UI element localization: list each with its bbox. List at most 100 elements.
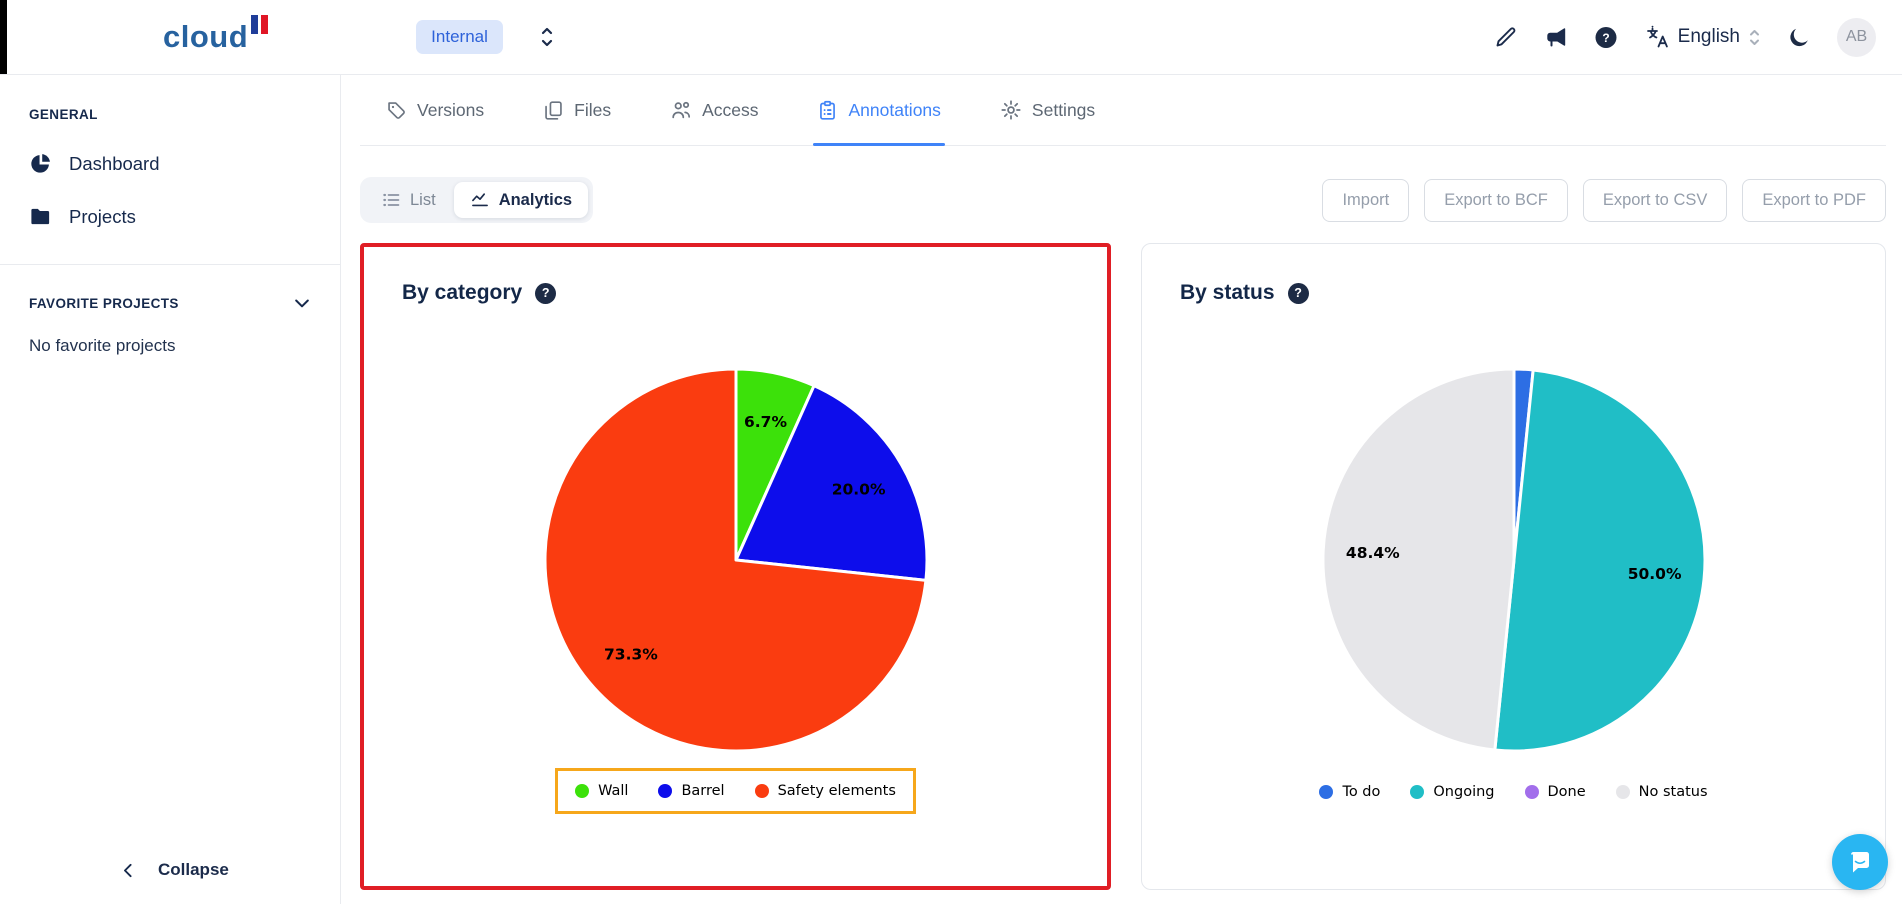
tab-label: Annotations bbox=[848, 100, 940, 121]
export-csv-button[interactable]: Export to CSV bbox=[1583, 179, 1728, 222]
favorites-empty-text: No favorite projects bbox=[29, 336, 340, 356]
screenshot-edge-strip bbox=[0, 0, 7, 74]
export-pdf-button[interactable]: Export to PDF bbox=[1742, 179, 1886, 222]
legend-item[interactable]: No status bbox=[1616, 784, 1708, 800]
sidebar-item-label: Projects bbox=[69, 206, 136, 228]
tab-annotations[interactable]: Annotations bbox=[817, 75, 940, 145]
legend-item[interactable]: Done bbox=[1525, 784, 1586, 800]
users-icon bbox=[670, 99, 692, 121]
header-actions: ? English AB bbox=[1494, 18, 1876, 57]
toggle-list[interactable]: List bbox=[365, 182, 452, 218]
tab-label: Versions bbox=[417, 100, 484, 121]
chat-bubble-icon bbox=[1845, 847, 1875, 877]
legend-item[interactable]: Ongoing bbox=[1410, 784, 1494, 800]
announcements-megaphone-icon[interactable] bbox=[1544, 25, 1568, 49]
dark-mode-moon-icon[interactable] bbox=[1787, 25, 1811, 49]
legend-label: Safety elements bbox=[778, 783, 896, 799]
sidebar-section-general: GENERAL bbox=[29, 107, 340, 122]
charts-row: By category ? 6.7% 20.0% 73.3% Wall Barrel S… bbox=[360, 243, 1886, 890]
by-status-legend: To do Ongoing Done No status bbox=[1319, 784, 1707, 800]
toggle-label: Analytics bbox=[499, 191, 572, 210]
pie-chart-icon bbox=[29, 152, 52, 175]
legend-label: Ongoing bbox=[1433, 784, 1494, 800]
chart-title-row: By status ? bbox=[1180, 281, 1309, 305]
svg-text:50.0%: 50.0% bbox=[1627, 565, 1681, 583]
tab-files[interactable]: Files bbox=[543, 75, 611, 145]
export-bcf-button[interactable]: Export to BCF bbox=[1424, 179, 1568, 222]
user-avatar[interactable]: AB bbox=[1837, 18, 1876, 57]
by-category-pie-chart: 6.7% 20.0% 73.3% bbox=[538, 362, 934, 758]
import-button[interactable]: Import bbox=[1322, 179, 1409, 222]
legend-color-dot bbox=[1616, 785, 1630, 799]
by-status-pie-chart: 50.0%48.4% bbox=[1316, 362, 1712, 758]
help-icon[interactable]: ? bbox=[535, 283, 556, 304]
legend-highlight-box: Wall Barrel Safety elements bbox=[555, 768, 916, 814]
export-buttons: Import Export to BCF Export to CSV Expor… bbox=[1322, 179, 1886, 222]
chevron-left-icon bbox=[120, 862, 137, 879]
collapse-label: Collapse bbox=[158, 860, 229, 880]
app-header: cloud Internal ? bbox=[0, 0, 1902, 75]
sidebar-item-projects[interactable]: Projects bbox=[29, 205, 340, 228]
help-circle-icon[interactable]: ? bbox=[1594, 25, 1618, 49]
clipboard-icon bbox=[817, 100, 838, 121]
legend-item[interactable]: Barrel bbox=[658, 783, 724, 799]
gear-icon bbox=[1000, 99, 1022, 121]
by-category-legend: Wall Barrel Safety elements bbox=[575, 783, 896, 799]
tab-versions[interactable]: Versions bbox=[386, 75, 484, 145]
legend-color-dot bbox=[1410, 785, 1424, 799]
tab-label: Access bbox=[702, 100, 758, 121]
chevron-updown-icon bbox=[1748, 28, 1761, 47]
translate-icon bbox=[1644, 24, 1670, 50]
tab-label: Settings bbox=[1032, 100, 1095, 121]
tab-settings[interactable]: Settings bbox=[1000, 75, 1095, 145]
legend-color-dot bbox=[755, 784, 769, 798]
svg-text:6.7%: 6.7% bbox=[744, 413, 787, 431]
svg-text:73.3%: 73.3% bbox=[604, 646, 658, 664]
help-icon[interactable]: ? bbox=[1288, 283, 1309, 304]
legend-label: Done bbox=[1548, 784, 1586, 800]
by-category-chart-card: By category ? 6.7% 20.0% 73.3% Wall Barrel S… bbox=[360, 243, 1111, 890]
app-logo[interactable]: cloud bbox=[163, 19, 268, 55]
annotations-toolbar: List Analytics Import Export to BCF Expo… bbox=[360, 177, 1886, 223]
language-label: English bbox=[1678, 26, 1740, 48]
legend-color-dot bbox=[1319, 785, 1333, 799]
chevron-down-icon bbox=[292, 293, 312, 313]
tab-access[interactable]: Access bbox=[670, 75, 758, 145]
sidebar-collapse-button[interactable]: Collapse bbox=[120, 860, 340, 880]
french-flag-icon bbox=[251, 15, 268, 34]
list-icon bbox=[381, 190, 401, 210]
workspace-selector-icon[interactable] bbox=[535, 25, 559, 49]
legend-item[interactable]: Wall bbox=[575, 783, 628, 799]
favorites-title: FAVORITE PROJECTS bbox=[29, 296, 179, 311]
edit-pencil-icon[interactable] bbox=[1494, 25, 1518, 49]
view-toggle: List Analytics bbox=[360, 177, 593, 223]
tag-icon bbox=[386, 100, 407, 121]
sidebar-section-favorites[interactable]: FAVORITE PROJECTS bbox=[29, 293, 312, 313]
legend-color-dot bbox=[1525, 785, 1539, 799]
language-selector[interactable]: English bbox=[1644, 24, 1761, 50]
legend-label: Barrel bbox=[681, 783, 724, 799]
sidebar: GENERAL Dashboard Projects FAVORITE PROJ… bbox=[0, 75, 341, 904]
toggle-analytics[interactable]: Analytics bbox=[454, 182, 588, 218]
sidebar-divider bbox=[0, 264, 340, 265]
chart-title-row: By category ? bbox=[402, 281, 556, 305]
svg-text:20.0%: 20.0% bbox=[831, 481, 885, 499]
workspace-switcher: Internal bbox=[416, 20, 559, 54]
chart-title: By category bbox=[402, 281, 522, 305]
sidebar-item-dashboard[interactable]: Dashboard bbox=[29, 152, 340, 175]
legend-item[interactable]: Safety elements bbox=[755, 783, 896, 799]
chat-widget-button[interactable] bbox=[1832, 834, 1888, 890]
legend-color-dot bbox=[575, 784, 589, 798]
logo-text: cloud bbox=[163, 19, 248, 55]
svg-text:?: ? bbox=[1602, 31, 1609, 45]
main-content: Versions Files Access bbox=[341, 75, 1902, 904]
files-icon bbox=[543, 100, 564, 121]
legend-item[interactable]: To do bbox=[1319, 784, 1380, 800]
by-status-chart-card: By status ? 50.0%48.4% To do Ongoing Done N… bbox=[1141, 243, 1886, 890]
legend-label: To do bbox=[1342, 784, 1380, 800]
chart-title: By status bbox=[1180, 281, 1275, 305]
analytics-icon bbox=[470, 190, 490, 210]
tab-label: Files bbox=[574, 100, 611, 121]
tab-bar: Versions Files Access bbox=[360, 75, 1886, 146]
workspace-badge[interactable]: Internal bbox=[416, 20, 503, 54]
